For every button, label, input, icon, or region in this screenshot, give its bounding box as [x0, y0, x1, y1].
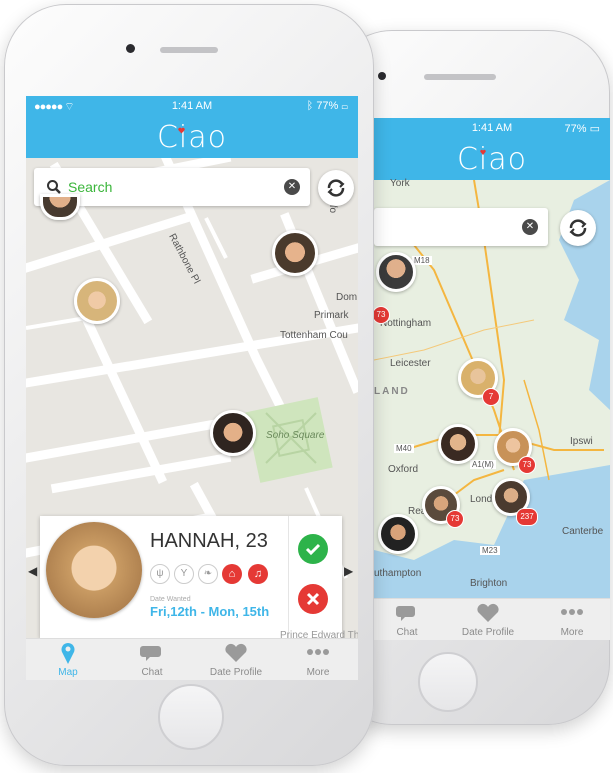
- map-label-york: York: [390, 178, 410, 189]
- user-avatar[interactable]: [74, 278, 120, 324]
- search-input[interactable]: ✕: [374, 208, 548, 246]
- home-button[interactable]: [158, 684, 224, 750]
- chevron-right-icon[interactable]: ▶: [344, 564, 353, 578]
- decline-button[interactable]: [298, 584, 328, 614]
- user-avatar[interactable]: [210, 410, 256, 456]
- speaker-grille: [160, 47, 218, 53]
- tab-label: Chat: [396, 627, 418, 638]
- battery-level: 77% ▭: [564, 123, 600, 135]
- tab-map[interactable]: Map: [26, 639, 110, 680]
- more-dots-icon: [307, 649, 329, 655]
- user-avatar[interactable]: [438, 424, 478, 464]
- map-label-square: Soho Square: [266, 430, 325, 441]
- front-phone: ●●●●● ︎⌔ 1:41 AM ᛒ 77% ▭ Ciao Rathbone P…: [4, 4, 374, 766]
- leaf-icon: ❧: [198, 564, 218, 584]
- profile-heading: HANNAH, 23: [150, 530, 268, 553]
- tab-bar: Chat Date Profile More: [374, 598, 610, 640]
- clear-search-icon[interactable]: ✕: [522, 219, 538, 235]
- heart-icon: [225, 643, 247, 662]
- heart-icon: [477, 603, 499, 622]
- date-wanted-label: Date Wanted: [150, 596, 191, 603]
- cocktail-icon: Y: [174, 564, 194, 584]
- tab-label: More: [560, 627, 584, 638]
- tab-date-profile[interactable]: Date Profile: [450, 599, 526, 640]
- front-camera: [126, 44, 135, 53]
- map-label-southampton: uthampton: [374, 568, 422, 579]
- battery-percent: 77%: [564, 123, 587, 135]
- chat-icon: [140, 646, 161, 661]
- map-label-land: LAND: [374, 386, 410, 397]
- profile-card[interactable]: HANNAH, 23 ψ Y ❧ ⌂ ♫ Date Wanted Fri,12t…: [40, 516, 342, 638]
- card-divider: [288, 516, 289, 638]
- status-bar: ●●●●● ︎⌔ 1:41 AM ᛒ 77% ▭: [26, 96, 358, 118]
- search-placeholder: Search: [68, 179, 113, 195]
- accept-button[interactable]: [298, 534, 328, 564]
- map-label-m18: M18: [412, 256, 432, 265]
- map-label-m40: M40: [394, 444, 414, 453]
- tab-label: Chat: [141, 667, 163, 678]
- date-range: Fri,12th - Mon, 15th: [150, 604, 270, 619]
- status-bar: 1:41 AM 77% ▭: [374, 118, 610, 140]
- tab-label: Date Profile: [209, 667, 263, 678]
- more-dots-icon: [561, 609, 583, 615]
- tab-label: Map: [58, 667, 78, 678]
- user-avatar[interactable]: [378, 514, 418, 554]
- logo-heart-icon: [480, 149, 486, 155]
- tab-more[interactable]: More: [278, 639, 358, 680]
- app-logo: Ciao: [456, 142, 528, 177]
- close-icon: [306, 592, 320, 606]
- map-label-a1m: A1(M): [470, 460, 496, 469]
- map-label-oxford: Oxford: [388, 464, 419, 475]
- map-label-m23: M23: [480, 546, 500, 555]
- user-avatar[interactable]: [272, 230, 318, 276]
- battery-percent: 77%: [316, 100, 339, 112]
- speaker-grille: [424, 74, 496, 80]
- tab-label: Date Profile: [461, 627, 515, 638]
- app-header: Ciao: [26, 118, 358, 158]
- refresh-button[interactable]: [560, 210, 596, 246]
- logo-heart-icon: [178, 127, 185, 134]
- utensils-icon: ψ: [150, 564, 170, 584]
- refresh-icon: [327, 179, 345, 197]
- refresh-button[interactable]: [318, 170, 354, 206]
- app-logo: Ciao: [156, 120, 228, 155]
- tab-label: More: [306, 667, 330, 678]
- home-button[interactable]: [418, 652, 478, 712]
- tab-chat[interactable]: Chat: [374, 599, 440, 640]
- map-pin-icon: [61, 643, 75, 664]
- tab-more[interactable]: More: [534, 599, 610, 640]
- battery-level: ᛒ 77% ▭: [306, 100, 348, 112]
- profile-age: 23: [245, 530, 268, 552]
- map-label-ipswich: Ipswi: [570, 436, 593, 447]
- refresh-icon: [569, 219, 587, 237]
- close-icon[interactable]: ✕: [284, 179, 300, 195]
- chevron-left-icon[interactable]: ◀: [28, 564, 37, 578]
- count-badge: 237: [516, 508, 538, 526]
- tab-bar: Map Chat Date Profile More: [26, 638, 358, 680]
- profile-photo[interactable]: [46, 522, 142, 618]
- check-icon: [305, 543, 321, 556]
- map-label-primark: Primark: [314, 310, 349, 321]
- count-badge: 7: [482, 388, 500, 406]
- count-badge: 73: [446, 510, 464, 528]
- app-header: Ciao: [374, 140, 610, 180]
- map-label-road: Tottenham Cou: [280, 330, 348, 341]
- chat-icon: [396, 606, 415, 621]
- front-camera: [378, 72, 386, 80]
- user-avatar[interactable]: [376, 252, 416, 292]
- count-badge: 73: [518, 456, 536, 474]
- front-screen: ●●●●● ︎⌔ 1:41 AM ᛒ 77% ▭ Ciao Rathbone P…: [26, 96, 358, 680]
- museum-icon: ⌂: [222, 564, 242, 584]
- map-label-dom: Dom: [336, 292, 358, 303]
- profile-name: HANNAH,: [150, 530, 241, 552]
- back-screen: 1:41 AM 77% ▭ Ciao York M18 Nottingham L…: [374, 118, 610, 640]
- tab-date-profile[interactable]: Date Profile: [194, 639, 278, 680]
- map-label-leicester: Leicester: [390, 358, 431, 369]
- map-label-london: Lond: [470, 494, 493, 505]
- tab-chat[interactable]: Chat: [110, 639, 194, 680]
- map-label-brighton: Brighton: [470, 578, 508, 589]
- music-icon: ♫: [248, 564, 268, 584]
- search-icon: [47, 180, 61, 194]
- map-label-canterbury: Canterbe: [562, 526, 604, 537]
